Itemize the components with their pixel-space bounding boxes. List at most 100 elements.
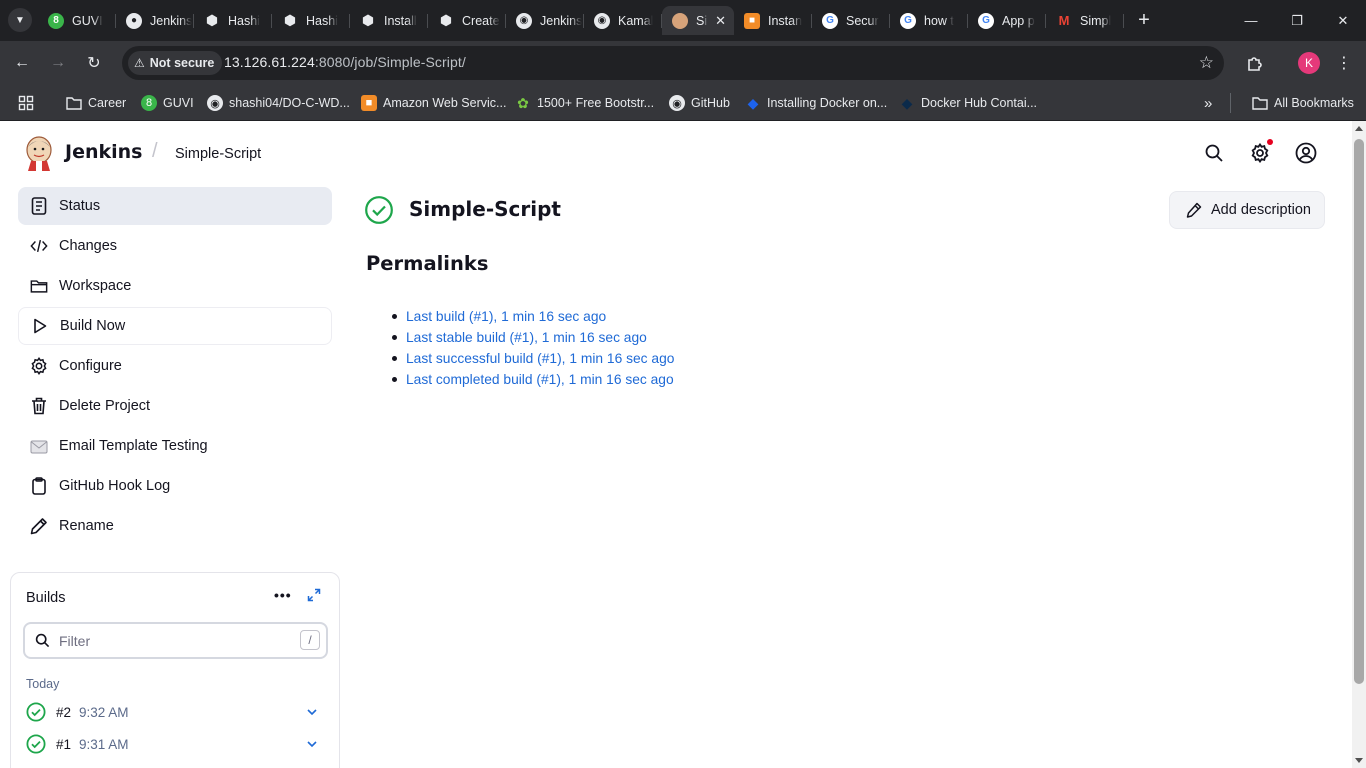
extensions-puzzle-icon[interactable] xyxy=(1243,51,1267,75)
hashicorp-icon: ⬢ xyxy=(439,12,453,28)
builds-filter-input[interactable]: Filter / xyxy=(23,622,328,659)
task-rename[interactable]: Rename xyxy=(18,507,332,545)
menu-kebab-icon[interactable]: ⋮ xyxy=(1332,51,1356,75)
gear-icon xyxy=(30,357,48,375)
play-icon xyxy=(31,317,49,335)
new-tab-plus-icon[interactable]: + xyxy=(1130,6,1158,35)
expand-icon[interactable] xyxy=(307,588,321,602)
google-icon: G xyxy=(900,12,916,29)
bookmark-item[interactable]: ◆ Installing Docker on... xyxy=(745,93,888,113)
page-scrollbar[interactable] xyxy=(1352,121,1366,768)
keyboard-shortcut-badge: / xyxy=(300,630,320,650)
jenkins-brand[interactable]: Jenkins xyxy=(65,141,142,163)
minimize-icon[interactable]: — xyxy=(1228,0,1274,41)
permalink-last-completed-build[interactable]: Last completed build (#1), 1 min 16 sec … xyxy=(392,369,674,390)
folder-icon xyxy=(66,95,82,111)
build-number[interactable]: #2 xyxy=(56,705,71,720)
bookmark-item[interactable]: ✿ 1500+ Free Bootstr... xyxy=(515,93,654,113)
guvi-icon: 8 xyxy=(48,12,64,29)
permalink-last-stable-build[interactable]: Last stable build (#1), 1 min 16 sec ago xyxy=(392,327,674,348)
docker-icon: ◆ xyxy=(901,94,913,111)
forward-arrow-icon[interactable]: → xyxy=(46,51,70,75)
success-check-icon xyxy=(26,734,46,754)
google-icon: G xyxy=(822,12,838,29)
browser-tab[interactable]: M Simpl xyxy=(1046,6,1124,35)
scroll-up-arrow-icon[interactable] xyxy=(1355,126,1363,131)
chevron-down-icon[interactable] xyxy=(306,706,318,718)
browser-tab[interactable]: 8 GUVI xyxy=(38,6,116,35)
permalink-last-build[interactable]: Last build (#1), 1 min 16 sec ago xyxy=(392,306,674,327)
browser-tab[interactable]: ⬢ Hashi xyxy=(272,6,350,35)
browser-tab[interactable]: ● Jenkins xyxy=(116,6,194,35)
gmail-icon: M xyxy=(1058,13,1070,28)
chevron-down-icon[interactable] xyxy=(306,738,318,750)
address-bar[interactable]: ⚠ Not secure 13.126.61.224:8080/job/Simp… xyxy=(122,46,1224,80)
bookmark-item[interactable]: 8 GUVI xyxy=(141,93,194,113)
task-configure[interactable]: Configure xyxy=(18,347,332,385)
manage-jenkins-gear-icon[interactable] xyxy=(1248,139,1273,165)
restore-icon[interactable]: ❐ xyxy=(1274,0,1320,41)
browser-tab[interactable]: ◉ Jenkins xyxy=(506,6,584,35)
bookmark-star-icon[interactable]: ☆ xyxy=(1199,53,1214,73)
bookmark-item[interactable]: ■ Amazon Web Servic... xyxy=(361,93,506,113)
back-arrow-icon[interactable]: ← xyxy=(10,51,34,75)
browser-tab[interactable]: G Secur xyxy=(812,6,890,35)
add-description-button[interactable]: Add description xyxy=(1169,191,1325,229)
site-security-chip[interactable]: ⚠ Not secure xyxy=(128,51,223,75)
bookmarks-divider xyxy=(1230,93,1231,113)
reload-icon[interactable]: ↻ xyxy=(82,51,106,75)
task-build-now[interactable]: Build Now xyxy=(18,307,332,345)
more-options-icon[interactable]: ••• xyxy=(274,587,292,603)
task-email-template-testing[interactable]: Email Template Testing xyxy=(18,427,332,465)
task-workspace[interactable]: Workspace xyxy=(18,267,332,305)
breadcrumb-item[interactable]: Simple-Script xyxy=(175,146,261,162)
profile-avatar[interactable]: K xyxy=(1298,52,1320,74)
bookmark-item[interactable]: ◉ GitHub xyxy=(669,93,730,113)
browser-tab[interactable]: Ghow t xyxy=(890,6,968,35)
task-status[interactable]: Status xyxy=(18,187,332,225)
guvi-icon: 8 xyxy=(141,95,157,111)
builds-widget: Builds ••• Filter / Today #2 9:32 AM #1 … xyxy=(10,572,340,768)
permalink-last-successful-build[interactable]: Last successful build (#1), 1 min 16 sec… xyxy=(392,348,674,369)
browser-tab[interactable]: ■ Instan xyxy=(734,6,812,35)
bookmark-item[interactable]: ◉ shashi04/DO-C-WD... xyxy=(207,93,350,113)
bookmark-item[interactable]: ◆ Docker Hub Contai... xyxy=(899,93,1037,113)
build-row[interactable]: #2 9:32 AM xyxy=(26,702,326,724)
side-panel: Status Changes Workspace Build Now Confi… xyxy=(18,187,332,547)
browser-tab[interactable]: ⬢ Create xyxy=(428,6,506,35)
bookmark-item[interactable]: Career xyxy=(66,93,126,113)
tab-search-chevron-icon[interactable]: ▼ xyxy=(8,8,32,32)
build-time: 9:31 AM xyxy=(79,737,129,752)
all-bookmarks[interactable]: All Bookmarks xyxy=(1252,93,1354,113)
close-tab-icon[interactable]: ✕ xyxy=(715,13,726,29)
globe-icon: ● xyxy=(126,12,142,29)
close-window-icon[interactable]: ✕ xyxy=(1320,0,1366,41)
build-row[interactable]: #1 9:31 AM xyxy=(26,734,326,756)
browser-tab[interactable]: ⬢ Install xyxy=(350,6,428,35)
permalinks-heading: Permalinks xyxy=(366,252,489,275)
build-time: 9:32 AM xyxy=(79,705,129,720)
aws-icon: ■ xyxy=(744,12,760,29)
jenkins-logo-icon[interactable] xyxy=(24,135,54,171)
user-account-icon[interactable] xyxy=(1294,141,1318,165)
google-icon: G xyxy=(978,12,994,29)
build-number[interactable]: #1 xyxy=(56,737,71,752)
more-bookmarks-chevron-icon[interactable]: » xyxy=(1204,93,1212,113)
document-icon xyxy=(30,197,48,215)
notification-dot xyxy=(1267,139,1273,145)
scroll-down-arrow-icon[interactable] xyxy=(1355,758,1363,763)
browser-tab[interactable]: G App p xyxy=(968,6,1046,35)
task-changes[interactable]: Changes xyxy=(18,227,332,265)
scrollbar-thumb[interactable] xyxy=(1354,139,1364,684)
browser-tab[interactable]: ⬢ Hashi xyxy=(194,6,272,35)
browser-tab[interactable]: ◉ Kamal xyxy=(584,6,662,35)
search-icon[interactable] xyxy=(1202,141,1226,165)
aws-icon: ■ xyxy=(361,95,377,111)
apps-grid-icon[interactable] xyxy=(18,93,34,113)
github-icon: ◉ xyxy=(207,95,223,111)
task-delete-project[interactable]: Delete Project xyxy=(18,387,332,425)
task-github-hook-log[interactable]: GitHub Hook Log xyxy=(18,467,332,505)
url-text[interactable]: 13.126.61.224:8080/job/Simple-Script/ xyxy=(224,54,466,70)
folder-icon xyxy=(30,277,48,295)
browser-tab-active[interactable]: Si ✕ xyxy=(662,6,734,35)
